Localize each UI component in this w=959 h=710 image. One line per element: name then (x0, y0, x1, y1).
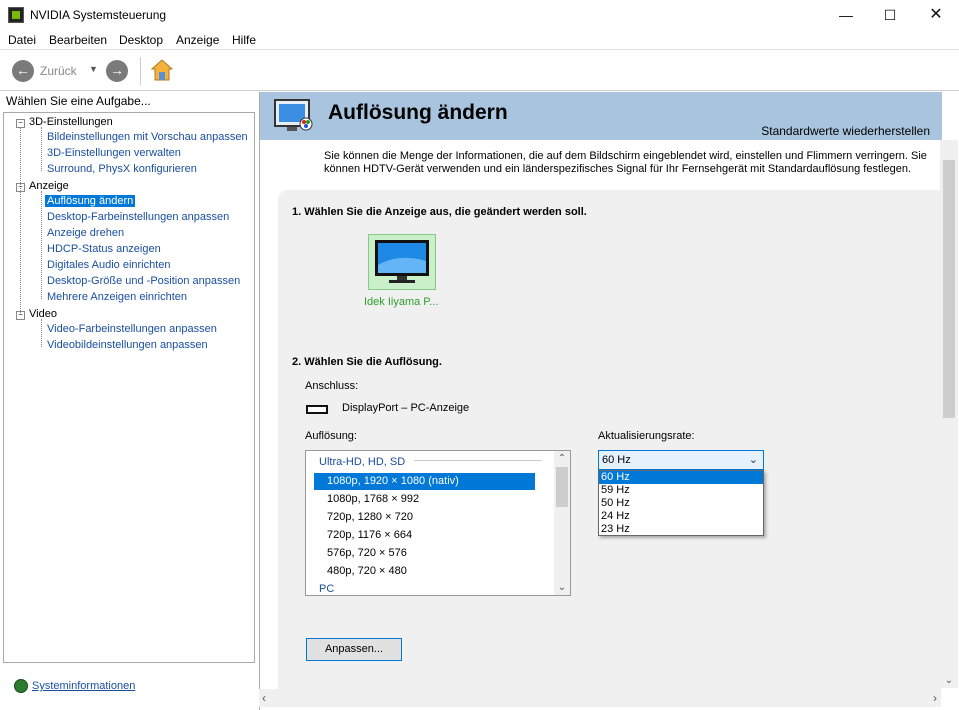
task-pane-header: Wählen Sie eine Aufgabe... (0, 92, 258, 112)
tree-item-3d-verwalten[interactable]: 3D-Einstellungen verwalten (47, 147, 181, 159)
page-title: Auflösung ändern (328, 101, 508, 124)
tree-item-mehrere-anzeigen[interactable]: Mehrere Anzeigen einrichten (47, 291, 187, 303)
tree-item-anzeige-drehen[interactable]: Anzeige drehen (47, 227, 124, 239)
customize-button[interactable]: Anpassen... (306, 638, 402, 661)
maximize-button[interactable]: ☐ (867, 0, 913, 30)
tree-item-desktop-groesse[interactable]: Desktop-Größe und -Position anpassen (47, 275, 240, 287)
menu-desktop[interactable]: Desktop (119, 33, 163, 47)
scroll-thumb[interactable] (556, 467, 568, 507)
collapse-icon[interactable]: − (16, 311, 25, 320)
scroll-down-icon[interactable]: ⌄ (940, 675, 958, 686)
back-arrow-icon[interactable]: ← (12, 60, 34, 82)
resolution-option[interactable]: 1080p, 1920 × 1080 (nativ) (314, 473, 535, 490)
resolution-option[interactable]: 576p, 720 × 576 (314, 545, 535, 562)
menu-bar: Datei Bearbeiten Desktop Anzeige Hilfe (0, 30, 959, 50)
menu-datei[interactable]: Datei (8, 33, 36, 47)
tree-item-surround-physx[interactable]: Surround, PhysX konfigurieren (47, 163, 197, 175)
resolution-option[interactable]: 480p, 720 × 480 (314, 563, 535, 580)
display-tile[interactable] (368, 234, 436, 290)
close-button[interactable]: ✕ (913, 0, 959, 30)
window-title: NVIDIA Systemsteuerung (30, 8, 167, 22)
refresh-option[interactable]: 59 Hz (599, 484, 763, 497)
resolution-option[interactable]: 1080p, 1768 × 992 (314, 491, 535, 508)
nvidia-app-icon (8, 7, 24, 23)
scroll-up-icon[interactable]: ⌃ (554, 453, 570, 464)
step1-heading: 1. Wählen Sie die Anzeige aus, die geänd… (292, 206, 587, 218)
toolbar: ← Zurück ▼ → (0, 51, 959, 91)
displayport-icon (306, 405, 328, 414)
tree-item-desktop-farbe[interactable]: Desktop-Farbeinstellungen anpassen (47, 211, 229, 223)
menu-anzeige[interactable]: Anzeige (176, 33, 219, 47)
tree-line (41, 127, 42, 171)
resolution-listbox[interactable]: Ultra-HD, HD, SD 1080p, 1920 × 1080 (nat… (305, 450, 571, 596)
tree-item-digitales-audio[interactable]: Digitales Audio einrichten (47, 259, 171, 271)
scroll-left-icon[interactable]: ‹ (262, 691, 266, 705)
connection-value: DisplayPort – PC-Anzeige (342, 402, 470, 414)
tree-line (20, 127, 21, 315)
resolution-group-header: Ultra-HD, HD, SD (319, 456, 406, 468)
refresh-rate-select[interactable]: 60 Hz ⌄ (598, 450, 764, 470)
refresh-option[interactable]: 60 Hz (599, 471, 763, 484)
tree-item-aufloesung[interactable]: Auflösung ändern (45, 195, 136, 207)
task-tree-pane: −3D-Einstellungen Bildeinstellungen mit … (3, 112, 255, 663)
resolution-list-scrollbar[interactable]: ⌃ ⌄ (554, 451, 570, 595)
resolution-option[interactable]: 720p, 1176 × 664 (314, 527, 535, 544)
scroll-down-icon[interactable]: ⌄ (554, 582, 570, 593)
main-vertical-scrollbar[interactable]: ⌄ (940, 140, 958, 688)
tree-line (41, 191, 42, 299)
resolution-option[interactable]: 720p, 1280 × 720 (314, 509, 535, 526)
tree-line (41, 319, 42, 347)
resolution-group-header-pc: PC (319, 583, 335, 595)
menu-bearbeiten[interactable]: Bearbeiten (49, 33, 107, 47)
tree-category-3d[interactable]: −3D-Einstellungen (16, 116, 113, 128)
back-button-label[interactable]: Zurück (40, 64, 77, 78)
display-settings-icon (274, 99, 313, 131)
minimize-button[interactable]: — (823, 0, 869, 30)
display-name[interactable]: Idek Iiyama P... (364, 296, 438, 308)
toolbar-separator (140, 57, 141, 85)
refresh-rate-value: 60 Hz (602, 454, 631, 466)
connection-label: Anschluss: (305, 380, 359, 392)
home-icon[interactable] (150, 58, 174, 82)
restore-defaults-link[interactable]: Standardwerte wiederherstellen (761, 124, 930, 138)
title-bar: NVIDIA Systemsteuerung — ☐ ✕ (0, 0, 959, 30)
tree-item-bildeinstellungen[interactable]: Bildeinstellungen mit Vorschau anpassen (47, 131, 248, 143)
menu-hilfe[interactable]: Hilfe (232, 33, 256, 47)
refresh-rate-label: Aktualisierungsrate: (598, 430, 695, 442)
main-horizontal-scrollbar[interactable]: ‹ › (259, 689, 941, 707)
scroll-thumb[interactable] (943, 160, 955, 418)
refresh-option[interactable]: 50 Hz (599, 497, 763, 510)
history-dropdown-icon[interactable]: ▼ (89, 64, 98, 74)
tree-category-video[interactable]: − Video (16, 308, 57, 320)
page-description: Sie können die Menge der Informationen, … (324, 150, 927, 175)
settings-panel: 1. Wählen Sie die Anzeige aus, die geänd… (278, 190, 942, 690)
system-info-link[interactable]: Systeminformationen (32, 680, 135, 692)
main-content-pane: Auflösung ändern Standardwerte wiederher… (259, 92, 959, 710)
scroll-right-icon[interactable]: › (933, 691, 937, 705)
collapse-icon[interactable]: − (16, 119, 25, 128)
tree-item-hdcp[interactable]: HDCP-Status anzeigen (47, 243, 161, 255)
chevron-down-icon[interactable]: ⌄ (749, 453, 758, 466)
tree-item-video-farbe[interactable]: Video-Farbeinstellungen anpassen (47, 323, 217, 335)
group-divider (414, 460, 542, 461)
system-info-icon[interactable] (14, 679, 28, 693)
forward-arrow-icon[interactable]: → (106, 60, 128, 82)
refresh-rate-dropdown[interactable]: 60 Hz 59 Hz 50 Hz 24 Hz 23 Hz (598, 470, 764, 536)
collapse-icon[interactable]: − (16, 183, 25, 192)
refresh-option[interactable]: 24 Hz (599, 510, 763, 523)
refresh-option[interactable]: 23 Hz (599, 523, 763, 536)
resolution-label: Auflösung: (305, 430, 357, 442)
page-banner: Auflösung ändern Standardwerte wiederher… (260, 92, 942, 140)
tree-category-anzeige[interactable]: − Anzeige (16, 180, 69, 192)
tree-item-videobild[interactable]: Videobildeinstellungen anpassen (47, 339, 208, 351)
monitor-icon (375, 240, 429, 283)
step2-heading: 2. Wählen Sie die Auflösung. (292, 356, 442, 368)
